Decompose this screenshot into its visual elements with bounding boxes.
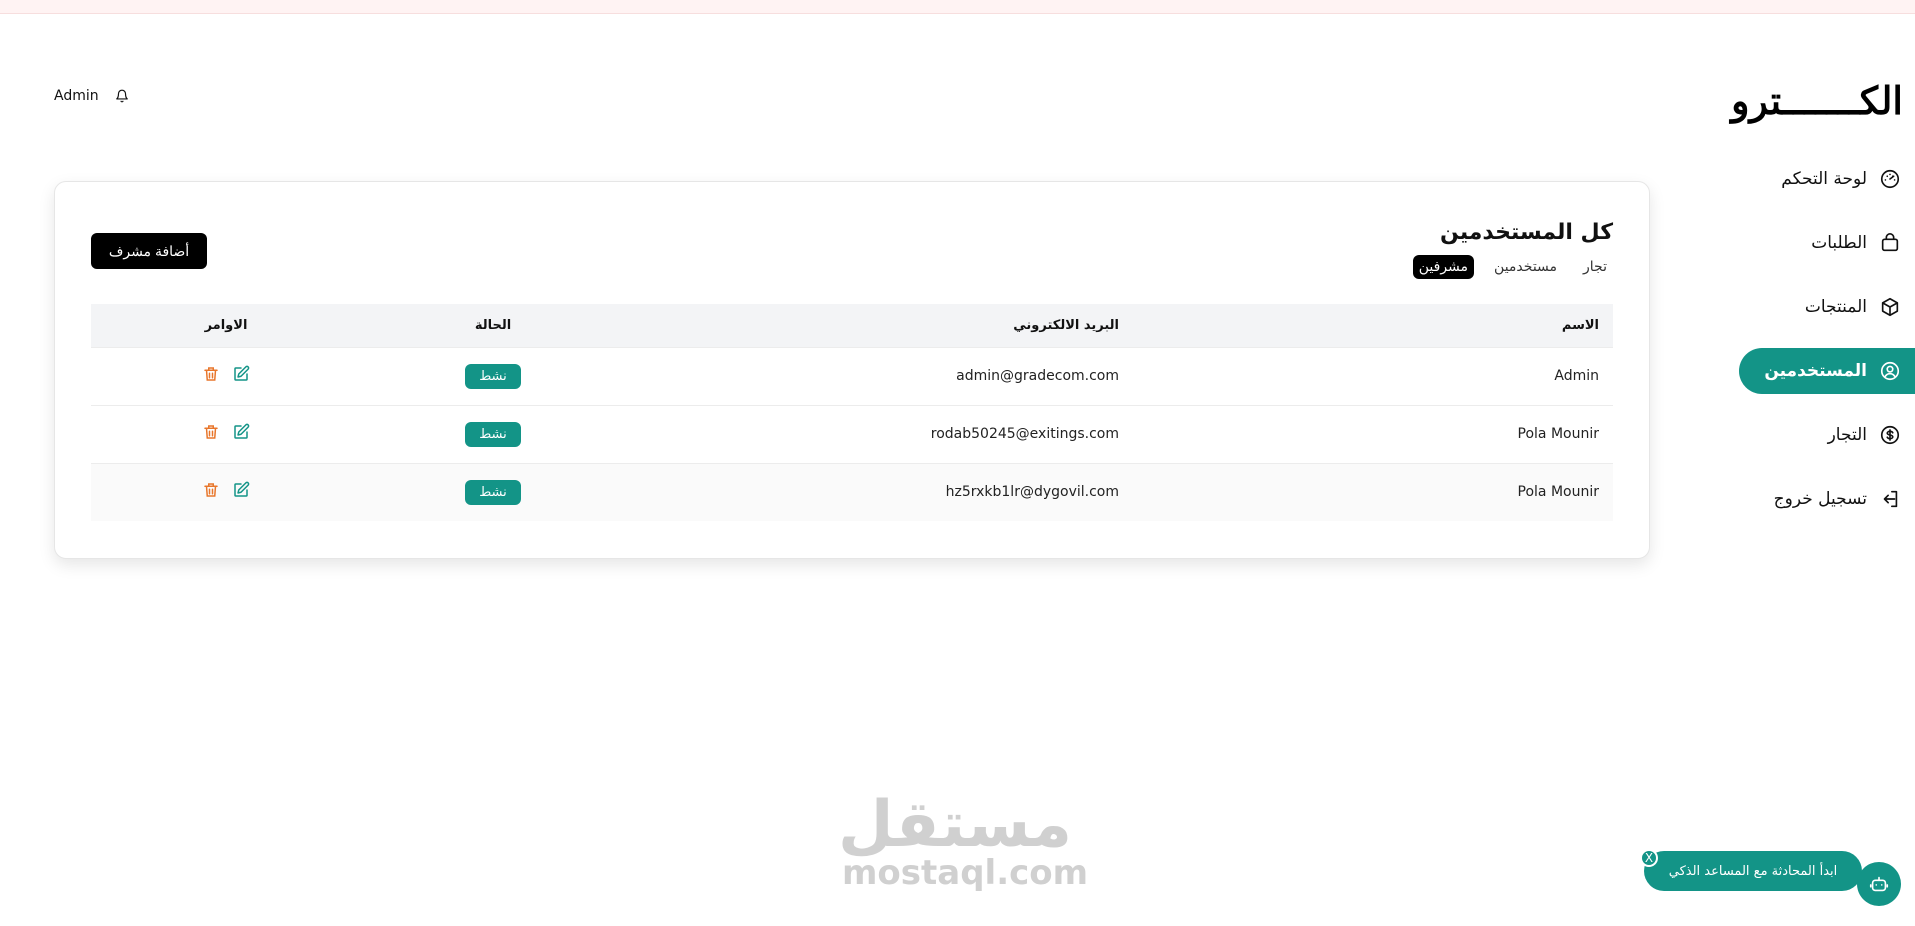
sidebar-item-products[interactable]: المنتجات [1739, 284, 1915, 330]
sidebar-item-label: التجار [1827, 425, 1867, 445]
sidebar-item-orders[interactable]: الطلبات [1739, 220, 1915, 266]
edit-icon[interactable] [232, 481, 250, 499]
users-card: كل المستخدمين مشرفين مستخدمين تجار أضافة… [54, 181, 1650, 559]
sidebar-item-label: الطلبات [1811, 233, 1867, 253]
column-header-name: الاسم [1561, 317, 1599, 333]
cell-name: Pola Mounir [1517, 426, 1599, 442]
browser-bookmarks-strip [0, 0, 1915, 14]
user-circle-icon [1880, 361, 1900, 381]
column-header-status: الحالة [474, 317, 512, 333]
chatbot-button[interactable] [1857, 862, 1901, 906]
cell-name: Pola Mounir [1517, 484, 1599, 501]
tab-users[interactable]: مستخدمين [1488, 255, 1563, 279]
sidebar-item-label: تسجيل خروج [1773, 489, 1867, 509]
sidebar-item-users[interactable]: المستخدمين [1739, 348, 1915, 394]
trash-icon[interactable] [202, 365, 220, 383]
watermark-arabic: مستقل [837, 788, 1072, 862]
shopping-bag-icon [1881, 233, 1899, 252]
cell-name: Admin [1554, 368, 1599, 384]
box-icon [1881, 297, 1899, 317]
watermark: مستقل mostaql.com [837, 788, 1089, 893]
sidebar: لوحة التحكم الطلبات المنتجات المستخدمين … [1739, 156, 1915, 540]
add-admin-button[interactable]: أضافة مشرف [91, 233, 207, 269]
brand-logo[interactable]: الكـــــــترو [1731, 78, 1904, 123]
chat-prompt-bubble[interactable]: ابدأ المحادثة مع المساعد الذكي [1644, 851, 1862, 891]
cell-email: admin@gradecom.com [956, 368, 1119, 384]
header-user-area: Admin [54, 88, 129, 104]
gauge-icon [1880, 169, 1900, 189]
cell-status: نشط [361, 405, 625, 463]
status-badge[interactable]: نشط [465, 363, 521, 389]
table-row: Pola Mounir rodab50245@exitings.com نشط [91, 405, 1613, 463]
cell-email: rodab50245@exitings.com [930, 426, 1119, 442]
chat-close-button[interactable]: X [1640, 849, 1658, 867]
sidebar-item-dashboard[interactable]: لوحة التحكم [1739, 156, 1915, 202]
logout-icon [1883, 490, 1898, 508]
edit-icon[interactable] [232, 423, 250, 441]
cell-status: نشط [361, 347, 625, 405]
page-title: كل المستخدمين [1440, 220, 1613, 245]
status-badge[interactable]: نشط [465, 421, 521, 447]
cell-actions [91, 405, 361, 463]
sidebar-item-merchants[interactable]: التجار [1739, 412, 1915, 458]
sidebar-item-label: المنتجات [1804, 297, 1867, 317]
users-table: الاسم البريد الالكتروني الحالة الاوامر A… [91, 304, 1613, 521]
watermark-latin: mostaql.com [842, 853, 1089, 893]
tab-admins[interactable]: مشرفين [1412, 255, 1475, 279]
bell-icon[interactable] [115, 89, 129, 103]
status-badge[interactable]: نشط [465, 479, 521, 505]
dollar-circle-icon [1880, 425, 1900, 445]
table-header-row: الاسم البريد الالكتروني الحالة الاوامر [91, 304, 1613, 347]
cell-actions [91, 463, 361, 521]
robot-icon [1869, 876, 1889, 892]
admin-name[interactable]: Admin [54, 88, 99, 104]
cell-status: نشط [361, 463, 625, 521]
user-type-tabs: مشرفين مستخدمين تجار [1412, 255, 1613, 279]
trash-icon[interactable] [202, 423, 220, 441]
column-header-actions: الاوامر [204, 317, 248, 333]
edit-icon[interactable] [232, 365, 250, 383]
trash-icon[interactable] [202, 481, 220, 499]
sidebar-item-label: لوحة التحكم [1781, 169, 1867, 189]
tab-merchants[interactable]: تجار [1577, 255, 1613, 279]
cell-actions [91, 347, 361, 405]
column-header-email: البريد الالكتروني [1013, 317, 1119, 333]
sidebar-item-label: المستخدمين [1764, 361, 1867, 381]
sidebar-item-logout[interactable]: تسجيل خروج [1739, 476, 1915, 522]
table-row: Admin admin@gradecom.com نشط [91, 347, 1613, 405]
table-row: Pola Mounir hz5rxkb1lr@dygovil.com نشط [91, 463, 1613, 521]
cell-email: hz5rxkb1lr@dygovil.com [945, 484, 1119, 501]
